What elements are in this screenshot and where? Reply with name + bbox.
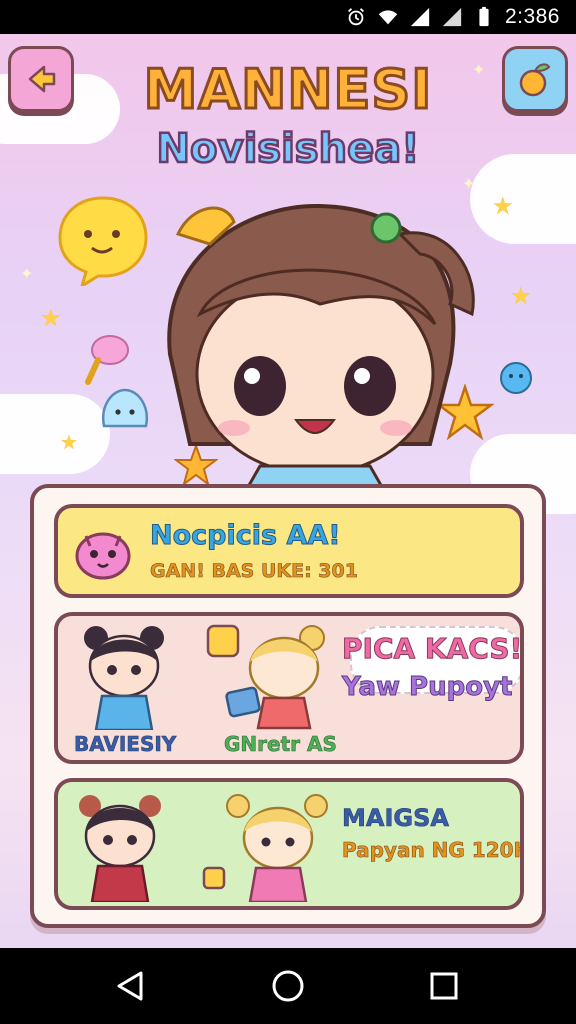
- signal-icon: [410, 7, 430, 27]
- blonde-character-icon-2: [202, 794, 328, 902]
- card-2-subtitle: Yaw Pupoyt: [341, 672, 513, 703]
- flower-icon: [500, 362, 532, 394]
- cotton-candy-icon: [85, 335, 129, 385]
- card-3-title: MAIGSA: [342, 804, 450, 833]
- status-bar: 2:386: [0, 0, 576, 34]
- star-icon: ★: [510, 282, 532, 310]
- nav-home-icon: [272, 970, 304, 1002]
- page-subtitle: Novisishea!: [155, 125, 420, 174]
- card-2-caption-right: GNretr AS: [224, 732, 337, 757]
- nav-back-icon: [117, 971, 143, 1001]
- blob-character-icon: [101, 388, 149, 428]
- screen: 2:386 ★ ★ ★ ★ ✦ ✦ ✦ MANNESI Novisishea! …: [0, 0, 576, 1024]
- mascot-character: [167, 203, 475, 494]
- reward-card-2[interactable]: PICA KACS! Yaw Pupoyt BAVIESIY GNretr AS: [54, 612, 524, 764]
- status-icons: 2:386: [345, 4, 560, 30]
- girl-character-icon: [84, 626, 164, 730]
- sparkle-icon: ✦: [462, 174, 476, 193]
- girl-character-icon-2: [79, 795, 161, 902]
- nav-home-button[interactable]: [268, 966, 308, 1006]
- reward-card-3[interactable]: MAIGSA Papyan NG 120H3: [54, 778, 524, 910]
- system-nav-bar: [0, 948, 576, 1024]
- sparkle-icon: ✦: [20, 264, 34, 283]
- card-2-title: PICA KACS!: [341, 632, 523, 666]
- card-1-title: Nocpicis AA!: [150, 520, 342, 552]
- card-2-caption-left: BAVIESIY: [74, 732, 177, 757]
- app-screen: ★ ★ ★ ★ ✦ ✦ ✦ MANNESI Novisishea! Nocpic…: [0, 34, 576, 948]
- battery-icon: [479, 6, 489, 27]
- cloud-decoration: [0, 394, 110, 474]
- smiley-bubble-icon: [58, 196, 148, 286]
- clock: 2:386: [504, 5, 560, 28]
- nav-recents-icon: [430, 972, 458, 1000]
- pink-monster-icon: [75, 532, 131, 580]
- star-icon: ★: [60, 430, 78, 454]
- alarm-icon: [347, 8, 364, 26]
- reward-card-1[interactable]: Nocpicis AA! GAN! BAS UKE: 301: [54, 504, 524, 598]
- blonde-character-icon: [206, 624, 325, 730]
- card-1-subtitle: GAN! BAS UKE: 301: [150, 560, 359, 583]
- rewards-panel: Nocpicis AA! GAN! BAS UKE: 301 PICA KACS…: [30, 484, 546, 928]
- nav-back-button[interactable]: [110, 966, 150, 1006]
- star-icon: ★: [492, 192, 514, 220]
- card-3-subtitle: Papyan NG 120H3: [342, 838, 524, 863]
- star-icon: ★: [40, 304, 62, 332]
- page-title: MANNESI: [142, 57, 433, 123]
- nav-recents-button[interactable]: [424, 966, 464, 1006]
- wifi-icon: [378, 10, 398, 25]
- signal-icon-2: [442, 7, 462, 27]
